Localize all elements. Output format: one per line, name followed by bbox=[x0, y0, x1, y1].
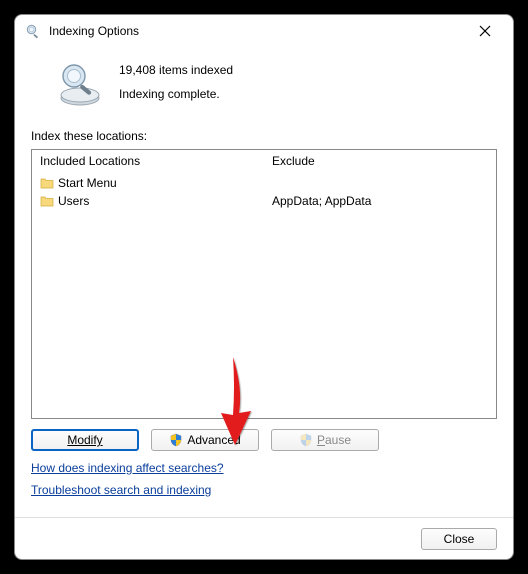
shield-icon bbox=[169, 433, 183, 447]
indexing-options-icon bbox=[25, 23, 41, 39]
window-title: Indexing Options bbox=[49, 24, 465, 38]
list-item: AppData; AppData bbox=[272, 192, 488, 210]
how-indexing-link[interactable]: How does indexing affect searches? bbox=[31, 461, 224, 475]
help-links: How does indexing affect searches? Troub… bbox=[31, 461, 497, 497]
folder-icon bbox=[40, 194, 54, 208]
content-area: 19,408 items indexed Indexing complete. … bbox=[15, 47, 513, 509]
titlebar: Indexing Options bbox=[15, 15, 513, 47]
troubleshoot-link[interactable]: Troubleshoot search and indexing bbox=[31, 483, 211, 497]
exclude-header[interactable]: Exclude bbox=[264, 150, 496, 172]
footer: Close bbox=[15, 517, 513, 559]
shield-icon bbox=[299, 433, 313, 447]
exclude-value: AppData; AppData bbox=[272, 192, 371, 210]
modify-button[interactable]: Modify bbox=[31, 429, 139, 451]
included-locations-header[interactable]: Included Locations bbox=[32, 150, 264, 172]
locations-list: Included Locations Start Menu bbox=[31, 149, 497, 419]
folder-icon bbox=[40, 176, 54, 190]
items-indexed-text: 19,408 items indexed bbox=[119, 63, 233, 77]
status-row: 19,408 items indexed Indexing complete. bbox=[55, 59, 497, 109]
pause-button: Pause bbox=[271, 429, 379, 451]
close-window-button[interactable] bbox=[465, 17, 505, 45]
list-item[interactable]: Users bbox=[40, 192, 256, 210]
location-name: Start Menu bbox=[58, 174, 117, 192]
magnifier-drive-icon bbox=[55, 59, 105, 109]
list-item[interactable]: Start Menu bbox=[40, 174, 256, 192]
advanced-button[interactable]: Advanced bbox=[151, 429, 259, 451]
location-name: Users bbox=[58, 192, 89, 210]
indexing-state-text: Indexing complete. bbox=[119, 87, 233, 101]
list-item bbox=[272, 174, 488, 192]
locations-label: Index these locations: bbox=[31, 129, 497, 143]
close-button[interactable]: Close bbox=[421, 528, 497, 550]
action-button-row: Modify Advanced bbox=[31, 429, 497, 451]
indexing-options-window: Indexing Options 19,408 items indexed bbox=[14, 14, 514, 560]
